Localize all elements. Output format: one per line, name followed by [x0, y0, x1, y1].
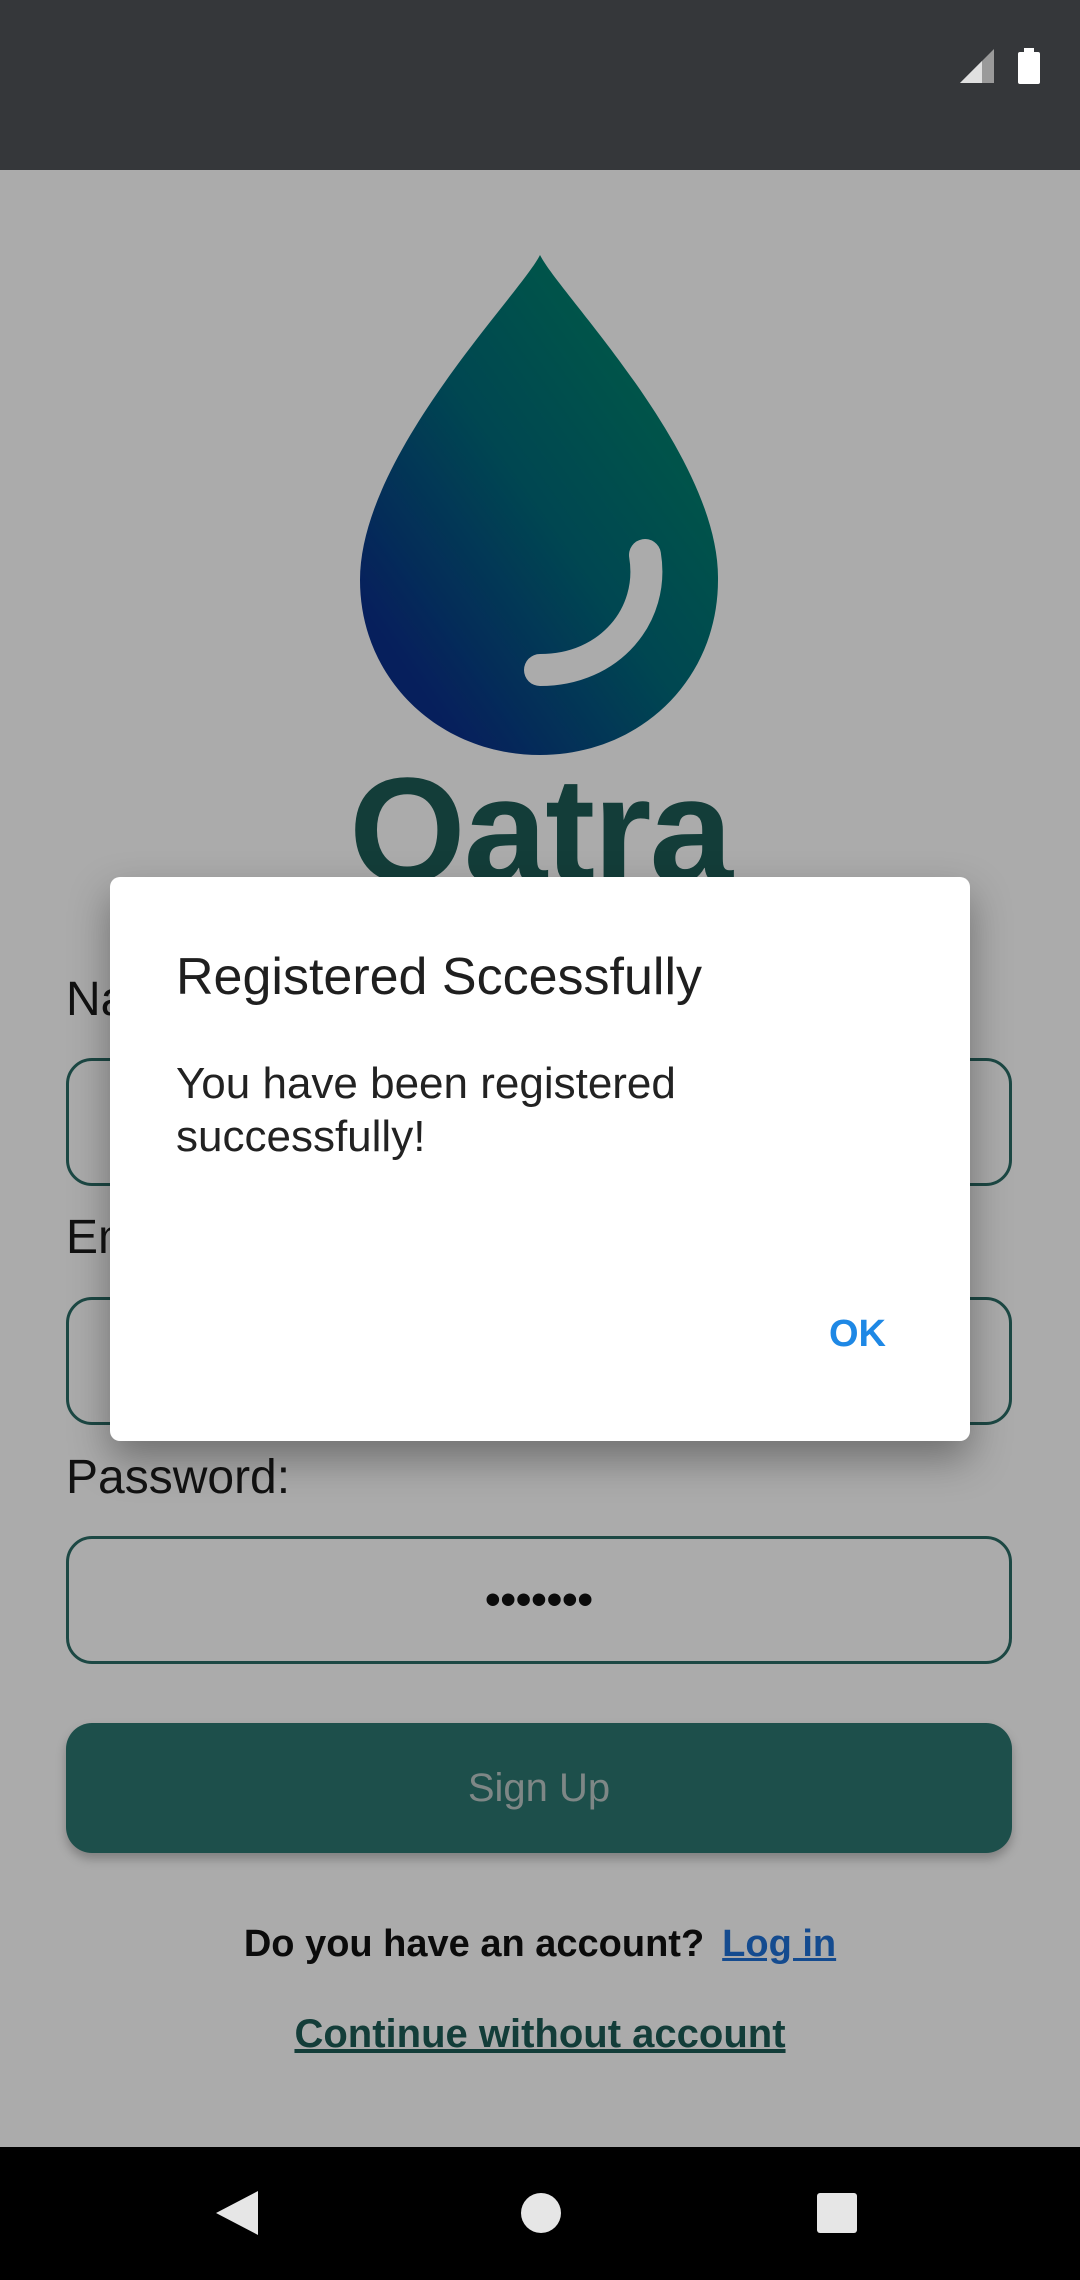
ok-button[interactable]: OK — [829, 1313, 886, 1356]
recents-icon[interactable] — [817, 2193, 857, 2238]
success-dialog: Registered Sccessfully You have been reg… — [110, 877, 970, 1441]
dialog-message: You have been registered successfully! — [176, 1059, 676, 1161]
navigation-bar — [0, 2147, 1080, 2280]
status-icons — [960, 48, 1040, 89]
dialog-title: Registered Sccessfully — [176, 948, 702, 1006]
home-icon[interactable] — [520, 2192, 562, 2239]
signal-icon — [960, 49, 994, 88]
status-bar — [0, 0, 1080, 170]
battery-icon — [1018, 48, 1040, 89]
back-icon[interactable] — [214, 2189, 260, 2242]
